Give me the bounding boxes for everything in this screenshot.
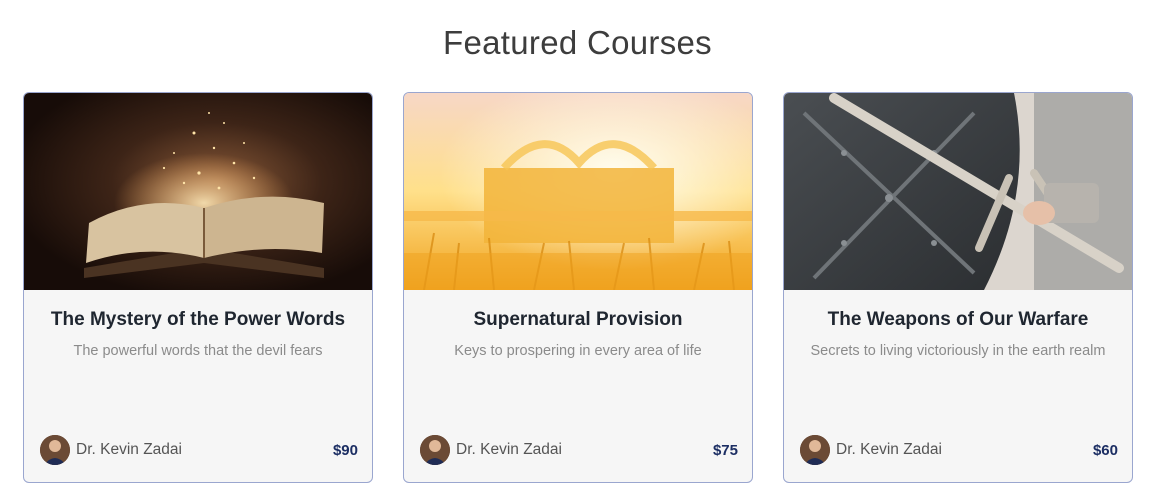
avatar [420,435,450,465]
course-card[interactable]: The Weapons of Our Warfare Secrets to li… [783,92,1133,483]
course-image-ark[interactable] [404,93,752,290]
course-image-armor[interactable] [784,93,1132,290]
course-footer: Dr. Kevin Zadai $90 [40,435,358,465]
course-description: Secrets to living victoriously in the ea… [810,343,1106,359]
course-title[interactable]: The Mystery of the Power Words [24,309,372,331]
author: Dr. Kevin Zadai [800,435,942,465]
avatar [800,435,830,465]
course-price: $90 [332,441,358,459]
section-title: Featured Courses [443,24,712,61]
course-card[interactable]: Supernatural Provision Keys to prosperin… [403,92,753,483]
course-cards: The Mystery of the Power Words The power… [23,92,1133,483]
author-name: Dr. Kevin Zadai [836,441,942,458]
course-footer: Dr. Kevin Zadai $60 [800,435,1118,465]
avatar [40,435,70,465]
course-price: $60 [1092,441,1118,459]
course-description: The powerful words that the devil fears [73,343,323,359]
course-image-bible[interactable] [24,93,372,290]
author: Dr. Kevin Zadai [40,435,182,465]
author: Dr. Kevin Zadai [420,435,562,465]
course-card[interactable]: The Mystery of the Power Words The power… [23,92,373,483]
course-footer: Dr. Kevin Zadai $75 [420,435,738,465]
course-description: Keys to prospering in every area of life [454,343,702,359]
author-name: Dr. Kevin Zadai [76,441,182,458]
course-title[interactable]: Supernatural Provision [404,309,752,331]
author-name: Dr. Kevin Zadai [456,441,562,458]
course-price: $75 [712,441,738,459]
course-title[interactable]: The Weapons of Our Warfare [784,309,1132,331]
